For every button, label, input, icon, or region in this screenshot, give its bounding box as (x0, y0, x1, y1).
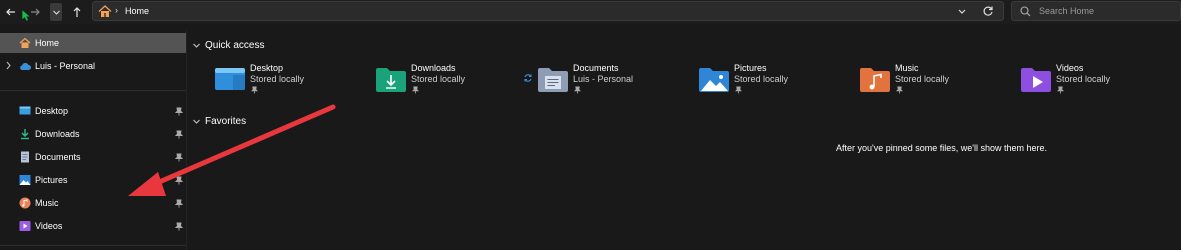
pin-icon[interactable] (175, 130, 183, 139)
breadcrumb-home[interactable]: Home (125, 6, 149, 16)
navigation-pane: Home Luis - Personal Desktop Downloads D… (0, 30, 186, 250)
quick-access-music[interactable]: Music Stored locally (860, 63, 1010, 97)
chevron-down-icon (52, 10, 60, 15)
item-name: Documents (573, 63, 619, 73)
back-button[interactable] (2, 3, 20, 21)
item-location: Stored locally (250, 74, 305, 84)
pictures-folder-icon (699, 68, 729, 92)
home-icon (98, 5, 112, 17)
favorites-header[interactable]: Favorites (192, 114, 246, 128)
item-name: Downloads (411, 63, 456, 73)
sidebar-item-pictures[interactable]: Pictures (0, 170, 186, 190)
sidebar-item-label: Music (35, 198, 59, 208)
breadcrumb-separator: › (115, 5, 118, 15)
item-name: Videos (1056, 63, 1084, 73)
chevron-down-icon (193, 43, 200, 48)
home-icon (19, 37, 31, 48)
item-location: Stored locally (1056, 74, 1111, 84)
recent-locations-button[interactable] (50, 3, 62, 21)
item-location: Stored locally (734, 74, 789, 84)
item-name: Music (895, 63, 919, 73)
toolbar: › Home Search Home (0, 0, 1181, 24)
sync-icon (524, 74, 532, 82)
pictures-icon (19, 175, 31, 185)
sidebar-item-videos[interactable]: Videos (0, 216, 186, 236)
pin-icon[interactable] (175, 176, 183, 185)
pin-icon[interactable] (175, 199, 183, 208)
quick-access-desktop[interactable]: Desktop Stored locally (215, 63, 365, 97)
sidebar-item-label: Documents (35, 152, 81, 162)
item-location: Luis - Personal (573, 74, 634, 84)
sidebar-item-downloads[interactable]: Downloads (0, 124, 186, 144)
item-location: Stored locally (411, 74, 466, 84)
search-icon (1020, 6, 1031, 17)
quick-access-videos[interactable]: Videos Stored locally (1021, 63, 1171, 97)
quick-access-documents[interactable]: Documents Luis - Personal (538, 63, 688, 97)
quick-access-pictures[interactable]: Pictures Stored locally (699, 63, 849, 97)
sidebar-item-home[interactable]: Home (0, 33, 186, 53)
downloads-folder-icon (376, 68, 406, 92)
videos-icon (19, 221, 31, 231)
music-icon (19, 197, 31, 209)
favorites-title: Favorites (205, 115, 247, 127)
pin-icon[interactable] (175, 107, 183, 116)
item-location: Stored locally (895, 74, 950, 84)
up-arrow-icon (73, 7, 81, 17)
quick-access-header[interactable]: Quick access (192, 38, 264, 52)
sidebar-item-label: Downloads (35, 129, 80, 139)
pin-icon (251, 86, 258, 94)
desktop-folder-icon (215, 68, 245, 90)
pin-icon (574, 86, 581, 94)
sidebar-item-label: Luis - Personal (35, 61, 96, 71)
pin-icon[interactable] (175, 222, 183, 231)
videos-folder-icon (1021, 68, 1051, 92)
forward-arrow-icon (31, 8, 40, 16)
documents-icon (21, 151, 29, 163)
sidebar-item-label: Desktop (35, 106, 69, 116)
cloud-icon (20, 63, 31, 70)
address-dropdown-icon[interactable] (955, 4, 969, 18)
refresh-icon[interactable] (981, 4, 995, 18)
sidebar-item-label: Videos (35, 221, 63, 231)
back-arrow-icon (6, 8, 15, 16)
pin-icon (896, 86, 903, 94)
pin-icon (1057, 86, 1064, 94)
favorites-empty-message: After you've pinned some files, we'll sh… (836, 143, 1048, 153)
music-folder-icon (860, 68, 890, 92)
sidebar-divider (0, 90, 186, 91)
pin-icon[interactable] (175, 153, 183, 162)
sidebar-item-music[interactable]: Music (0, 193, 186, 213)
pin-icon (735, 86, 742, 94)
search-box[interactable]: Search Home (1011, 1, 1181, 21)
sidebar-item-label: Pictures (35, 175, 68, 185)
quick-access-title: Quick access (205, 39, 265, 51)
chevron-down-icon (193, 119, 200, 124)
sidebar-item-onedrive[interactable]: Luis - Personal (0, 56, 186, 76)
pane-separator (186, 30, 187, 250)
documents-folder-icon (538, 68, 568, 92)
chevron-right-icon[interactable] (4, 60, 13, 71)
up-button[interactable] (68, 3, 86, 21)
address-bar[interactable]: › Home (92, 1, 1004, 21)
pin-icon (412, 86, 419, 94)
desktop-icon (19, 106, 31, 115)
mouse-cursor-icon (22, 10, 30, 21)
sidebar-divider (0, 245, 186, 246)
downloads-icon (21, 129, 29, 140)
item-name: Pictures (734, 63, 767, 73)
sidebar-item-desktop[interactable]: Desktop (0, 101, 186, 121)
quick-access-downloads[interactable]: Downloads Stored locally (376, 63, 526, 97)
item-name: Desktop (250, 63, 284, 73)
search-placeholder: Search Home (1039, 6, 1095, 16)
sidebar-item-documents[interactable]: Documents (0, 147, 186, 167)
sidebar-item-label: Home (35, 38, 60, 48)
